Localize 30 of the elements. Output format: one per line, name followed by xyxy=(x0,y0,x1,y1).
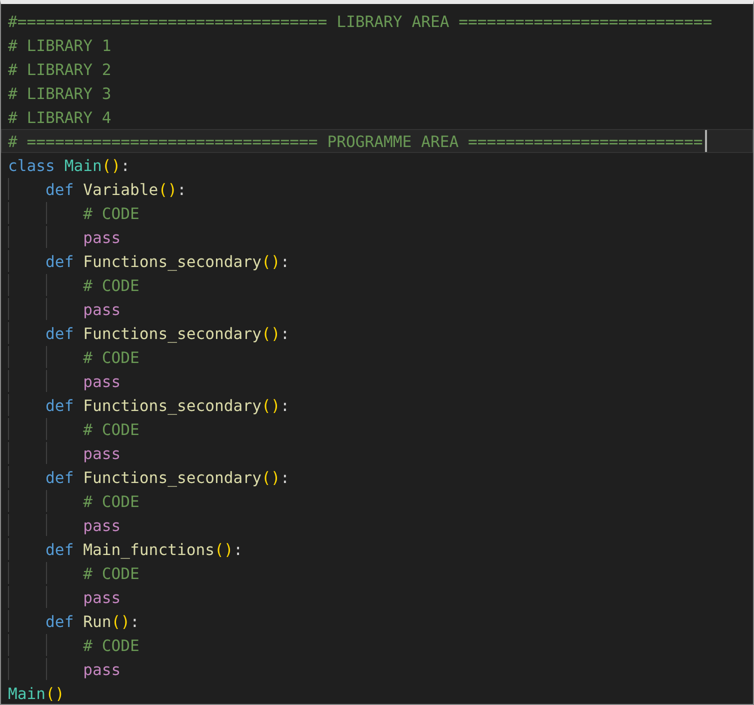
code-line: # LIBRARY 4 xyxy=(8,108,112,128)
code-line: def Variable(): xyxy=(46,180,186,200)
code-line: # CODE xyxy=(83,204,140,224)
code-line: def Functions_secondary(): xyxy=(46,468,290,488)
code-line: class Main(): xyxy=(8,156,130,176)
code-line: pass xyxy=(83,300,121,320)
code-line: pass xyxy=(83,588,121,608)
code-line: Main() xyxy=(8,684,64,704)
code-line: # CODE xyxy=(83,636,140,656)
code-line: def Run(): xyxy=(46,612,140,632)
code-line: # LIBRARY 3 xyxy=(8,84,112,104)
code-line: # CODE xyxy=(83,276,140,296)
code-line: def Main_functions(): xyxy=(46,540,243,560)
code-line: # =============================== PROGRAMME AREA ========================= xyxy=(8,132,703,152)
code-line: # CODE xyxy=(83,420,140,440)
code-line: # CODE xyxy=(83,564,140,584)
code-line: pass xyxy=(83,516,121,536)
code-line: pass xyxy=(83,660,121,680)
code-line: pass xyxy=(83,372,121,392)
code-line: # CODE xyxy=(83,492,140,512)
code-line: pass xyxy=(83,444,121,464)
text-cursor xyxy=(704,130,707,152)
code-line: def Functions_secondary(): xyxy=(46,252,290,272)
code-line: # LIBRARY 1 xyxy=(8,36,112,56)
code-line: # LIBRARY 2 xyxy=(8,60,112,80)
code-line: pass xyxy=(83,228,121,248)
code-line: def Functions_secondary(): xyxy=(46,396,290,416)
code-line: #================================= LIBRARY AREA =========================== xyxy=(8,12,712,32)
code-line: def Functions_secondary(): xyxy=(46,324,290,344)
code-line: # CODE xyxy=(83,348,140,368)
